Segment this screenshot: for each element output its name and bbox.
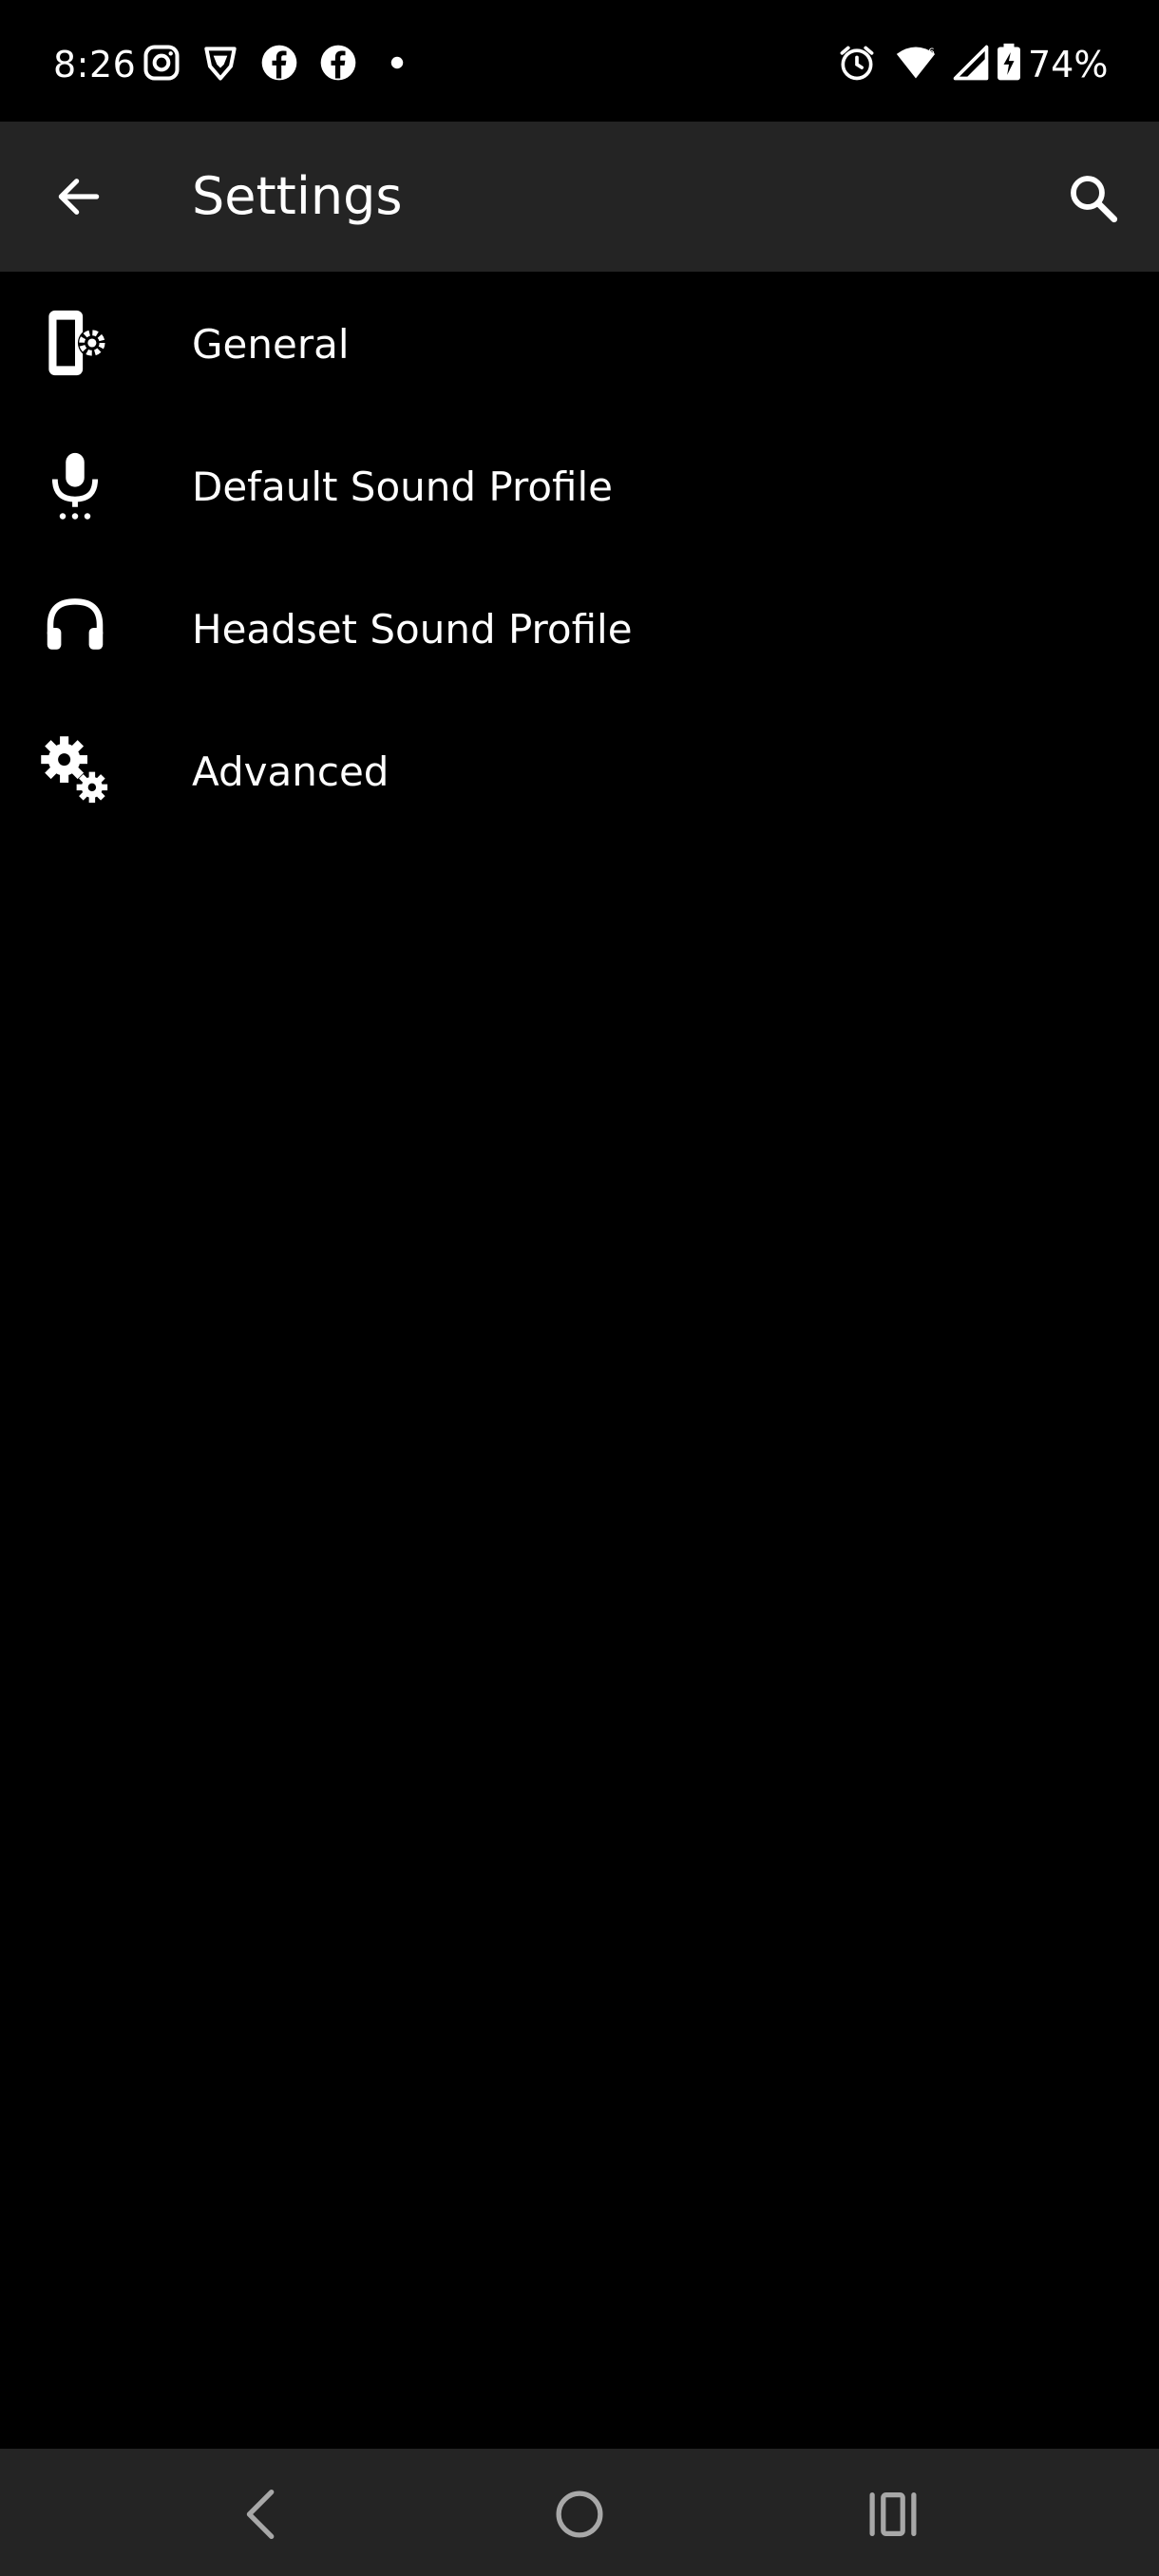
menu-label: General (192, 321, 350, 368)
menu-item-headset-sound-profile[interactable]: Headset Sound Profile (0, 557, 1159, 699)
nav-recents-button[interactable] (860, 2481, 926, 2548)
menu-label: Advanced (192, 748, 390, 795)
nav-back-button[interactable] (230, 2481, 296, 2548)
search-icon (1071, 176, 1118, 223)
facebook-icon (258, 42, 300, 84)
alarm-icon (836, 42, 878, 84)
phone-settings-icon (38, 306, 112, 380)
menu-item-general[interactable]: General (0, 272, 1159, 414)
wifi-icon: 6 (895, 42, 937, 84)
nav-back-icon (246, 2490, 275, 2539)
brave-icon (200, 42, 241, 84)
status-time: 8:26 (53, 44, 137, 85)
svg-text:6: 6 (928, 47, 935, 59)
page-title: Settings (192, 166, 403, 226)
menu-item-advanced[interactable]: Advanced (0, 699, 1159, 842)
battery-charging-icon (994, 42, 1024, 84)
app-bar: Settings (0, 122, 1159, 272)
cell-signal-icon (950, 42, 992, 84)
microphone-icon (38, 448, 112, 522)
nav-home-button[interactable] (546, 2481, 613, 2548)
menu-label: Default Sound Profile (192, 464, 614, 510)
dot-icon (376, 42, 418, 84)
menu-item-default-sound-profile[interactable]: Default Sound Profile (0, 414, 1159, 557)
menu-label: Headset Sound Profile (192, 606, 633, 653)
gears-icon (38, 733, 112, 807)
nav-recents-icon (869, 2491, 917, 2537)
status-bar: 8:26 6 74% (0, 0, 1159, 122)
settings-menu: General Default Sound Profile Headset So… (0, 272, 1159, 842)
nav-home-icon (556, 2491, 603, 2538)
instagram-icon (141, 42, 182, 84)
battery-percent: 74% (1028, 44, 1109, 85)
arrow-left-icon (58, 179, 100, 215)
navigation-bar (0, 2449, 1159, 2576)
search-button[interactable] (1056, 161, 1130, 236)
back-button[interactable] (42, 160, 116, 234)
facebook-icon (317, 42, 359, 84)
headset-icon (38, 591, 112, 665)
